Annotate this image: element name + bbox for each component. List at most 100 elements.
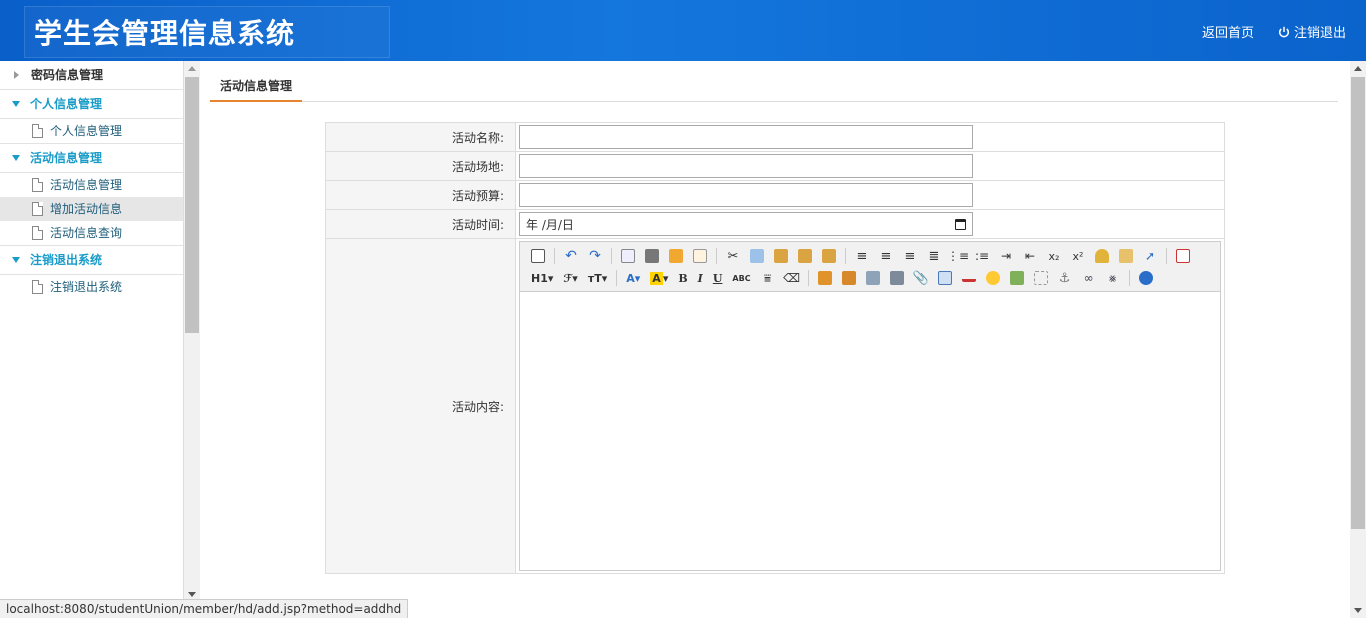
font-color-button-label: A [626,271,635,285]
calendar-icon[interactable] [955,218,966,230]
unordered-list-icon[interactable]: :≡ [972,247,992,265]
horizontal-line-icon[interactable] [959,269,979,287]
sidebar-group-activity[interactable]: 活动信息管理 [0,144,183,173]
logout-link[interactable]: 注销退出 [1278,22,1346,41]
document-icon [32,280,43,294]
editor-content-area[interactable] [520,292,1220,570]
app-title: 学生会管理信息系统 [34,17,296,50]
page-scrollbar[interactable] [1350,61,1366,618]
sidebar-item-logout[interactable]: 注销退出系统 [0,275,183,299]
print-icon[interactable] [642,247,662,265]
code-icon[interactable] [690,247,710,265]
subscript-icon[interactable]: x₂ [1044,247,1064,265]
activity-name-label: 活动名称: [325,122,516,152]
link-icon[interactable]: ∞ [1079,269,1099,287]
undo-icon[interactable]: ↶ [561,247,581,265]
sidebar-group-logout[interactable]: 注销退出系统 [0,246,183,275]
map-icon[interactable] [1007,269,1027,287]
sidebar-item-activity-manage[interactable]: 活动信息管理 [0,173,183,197]
superscript-icon[interactable]: x² [1068,247,1088,265]
activity-name-input[interactable] [519,125,973,149]
font-family-button[interactable]: ℱ ▾ [560,269,580,287]
redo-icon[interactable]: ↷ [585,247,605,265]
scrollbar-thumb[interactable] [1351,77,1365,529]
scroll-up-icon[interactable] [188,66,196,71]
cut-icon[interactable]: ✂ [723,247,743,265]
bold-button[interactable]: B [675,269,690,287]
activity-content-label: 活动内容: [325,238,516,574]
emoticon-icon[interactable] [983,269,1003,287]
activity-place-input[interactable] [519,154,973,178]
sidebar-group-label: 活动信息管理 [30,150,103,165]
font-size-button-label: тT [587,271,602,285]
strikethrough-button[interactable]: ABC [729,269,753,287]
italic-button[interactable]: I [695,269,706,287]
outdent-icon[interactable]: ⇤ [1020,247,1040,265]
pointer-icon[interactable]: ➚ [1140,247,1160,265]
source-icon[interactable] [528,247,548,265]
status-bar-url: localhost:8080/studentUnion/member/hd/ad… [0,599,409,618]
scroll-up-icon[interactable] [1354,66,1362,71]
anchor-icon[interactable]: ⚓ [1055,269,1075,287]
sidebar-item-personal-info[interactable]: 个人信息管理 [0,119,183,143]
paste-word-icon[interactable] [819,247,839,265]
power-icon [1278,26,1290,37]
help-icon[interactable] [1136,269,1156,287]
activity-time-label: 活动时间: [325,209,516,239]
sidebar-item-activity-query[interactable]: 活动信息查询 [0,221,183,245]
image-icon[interactable] [815,269,835,287]
home-link[interactable]: 返回首页 [1202,22,1254,41]
table-icon[interactable] [935,269,955,287]
date-placeholder: 年 /月/日 [526,217,574,232]
sidebar-group-password[interactable]: 密码信息管理 [0,61,183,90]
indent-icon[interactable]: ⇥ [996,247,1016,265]
clear-format-icon[interactable] [1092,247,1112,265]
activity-budget-label: 活动预算: [325,180,516,210]
scrollbar-thumb[interactable] [185,77,199,333]
attachment-icon[interactable]: 📎 [911,269,931,287]
ordered-list-icon[interactable]: ⋮≡ [947,247,969,265]
home-link-label: 返回首页 [1201,26,1254,41]
align-right-icon[interactable]: ≡ [900,247,920,265]
toolbar-row-2: H1 ▾ ℱ ▾ тT ▾ A ▾ A ▾ B I U ABC ⩸ ⌫ 📎 ⚓ … [526,267,1214,289]
highlight-color-button-label: A [650,271,663,285]
paste-text-icon[interactable] [795,247,815,265]
media-icon[interactable] [887,269,907,287]
line-height-button[interactable]: ⩸ [758,269,778,287]
pagebreak-icon[interactable] [1031,269,1051,287]
activity-date-input[interactable]: 年 /月/日 [519,212,973,236]
sidebar-item-label: 个人信息管理 [50,124,123,138]
font-size-button[interactable]: тT ▾ [585,269,610,287]
justify-icon[interactable]: ≣ [924,247,944,265]
underline-button[interactable]: U [710,269,726,287]
multi-image-icon[interactable] [839,269,859,287]
logout-link-label: 注销退出 [1293,26,1346,41]
copy-icon[interactable] [747,247,767,265]
template-icon[interactable] [666,247,686,265]
fullscreen-icon[interactable] [1173,247,1193,265]
paste-icon[interactable] [771,247,791,265]
highlight-color-button[interactable]: A ▾ [647,269,671,287]
select-all-icon[interactable] [1116,247,1136,265]
font-color-button[interactable]: A ▾ [623,269,643,287]
sidebar-scrollbar[interactable] [184,61,200,602]
align-left-icon[interactable]: ≡ [852,247,872,265]
align-center-icon[interactable]: ≡ [876,247,896,265]
preview-icon[interactable] [618,247,638,265]
eraser-button[interactable]: ⌫ [782,269,802,287]
scroll-down-icon[interactable] [188,592,196,597]
tab-bar: 活动信息管理 [210,73,1338,102]
tab-activity-manage[interactable]: 活动信息管理 [210,73,303,102]
sidebar-group-personal[interactable]: 个人信息管理 [0,90,183,119]
scroll-down-icon[interactable] [1354,608,1362,613]
unlink-icon[interactable]: ⨳ [1103,269,1123,287]
activity-form: 活动名称: 活动场地: 活动预算: 活动时间: 年 /月/日 活动内容: ↶ ↷… [325,122,1225,574]
editor-toolbar: ↶ ↷ ✂ ≡ ≡ ≡ ≣ ⋮≡:≡ ⇥ ⇤ x₂ x² ➚ H1 ▾ ℱ ▾… [520,242,1220,292]
flash-icon[interactable] [863,269,883,287]
sidebar-group-label: 个人信息管理 [30,96,103,111]
activity-budget-input[interactable] [519,183,973,207]
sidebar-item-label: 活动信息管理 [50,178,123,192]
sidebar-item-label: 活动信息查询 [50,226,123,240]
heading-button[interactable]: H1 ▾ [528,269,556,287]
sidebar-item-activity-add[interactable]: 增加活动信息 [0,197,183,221]
